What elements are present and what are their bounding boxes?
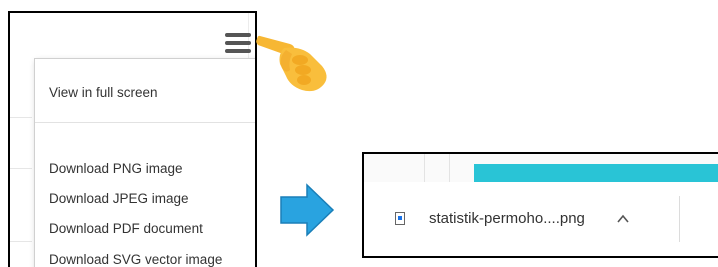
- hamburger-icon[interactable]: [225, 31, 251, 55]
- tab-strip: [364, 154, 718, 183]
- divider: [10, 168, 32, 169]
- divider: [449, 154, 450, 182]
- right-arrow-icon: [280, 183, 335, 237]
- image-file-icon: [395, 212, 405, 225]
- menu-item-download-svg[interactable]: Download SVG vector image: [49, 252, 222, 267]
- divider: [10, 241, 32, 242]
- divider: [10, 117, 32, 118]
- divider: [424, 154, 425, 182]
- pointing-hand-icon: [256, 35, 327, 92]
- menu-separator: [35, 122, 255, 123]
- divider: [679, 196, 680, 242]
- download-bar: statistik-permoho....png: [364, 182, 718, 256]
- export-menu: View in full screen Download PNG image D…: [34, 58, 255, 267]
- downloaded-file-name[interactable]: statistik-permoho....png: [429, 210, 585, 227]
- browser-download-panel: statistik-permoho....png: [362, 152, 718, 258]
- menu-item-view-full-screen[interactable]: View in full screen: [49, 85, 158, 100]
- menu-item-download-pdf[interactable]: Download PDF document: [49, 221, 203, 236]
- active-tab-highlight: [474, 164, 718, 182]
- menu-item-download-jpeg[interactable]: Download JPEG image: [49, 191, 189, 206]
- menu-item-download-png[interactable]: Download PNG image: [49, 161, 183, 176]
- chart-export-panel: View in full screen Download PNG image D…: [8, 11, 257, 267]
- chevron-up-icon[interactable]: [616, 213, 630, 225]
